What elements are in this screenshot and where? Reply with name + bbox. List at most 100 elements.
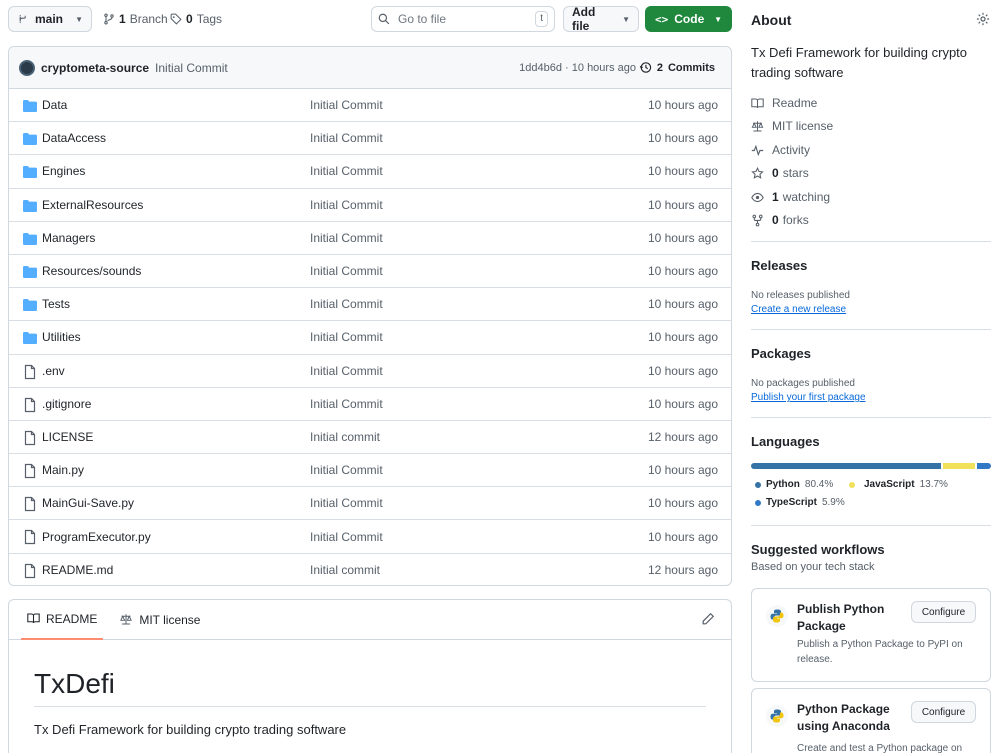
file-name[interactable]: MainGui-Save.py xyxy=(42,496,134,510)
file-commit-message[interactable]: Initial Commit xyxy=(310,463,383,477)
create-release-link[interactable]: Create a new release xyxy=(751,304,846,315)
file-name[interactable]: Utilities xyxy=(42,330,81,344)
file-age: 12 hours ago xyxy=(647,429,718,444)
file-commit-message[interactable]: Initial Commit xyxy=(310,297,383,311)
file-icon xyxy=(22,364,38,380)
file-name[interactable]: Data xyxy=(42,98,67,112)
fork-icon xyxy=(752,214,763,226)
releases-heading[interactable]: Releases xyxy=(751,258,807,273)
file-commit-message[interactable]: Initial commit xyxy=(310,563,380,577)
file-row[interactable]: README.md Initial commit 12 hours ago xyxy=(9,554,731,585)
file-commit-message[interactable]: Initial Commit xyxy=(310,231,383,245)
configure-button[interactable]: Configure xyxy=(911,701,976,723)
file-commit-message[interactable]: Initial Commit xyxy=(310,530,383,544)
file-commit-message[interactable]: Initial commit xyxy=(310,430,380,444)
language-bar-segment[interactable] xyxy=(942,463,976,469)
packages-heading[interactable]: Packages xyxy=(751,346,811,361)
activity-link[interactable]: Activity xyxy=(751,143,810,157)
file-commit-message[interactable]: Initial Commit xyxy=(310,496,383,510)
file-commit-message[interactable]: Initial Commit xyxy=(310,364,383,378)
commits-link[interactable]: 2 Commits xyxy=(639,61,715,74)
languages-heading: Languages xyxy=(751,434,820,449)
gear-icon[interactable] xyxy=(976,12,990,29)
language-bar-segment[interactable] xyxy=(977,463,991,469)
pencil-icon[interactable] xyxy=(701,612,715,629)
file-commit-message[interactable]: Initial Commit xyxy=(310,264,383,278)
file-name[interactable]: DataAccess xyxy=(42,131,106,145)
file-name[interactable]: Engines xyxy=(42,164,85,178)
file-name[interactable]: .gitignore xyxy=(42,397,91,411)
file-name[interactable]: LICENSE xyxy=(42,430,93,444)
file-name[interactable]: .env xyxy=(42,364,65,378)
file-row[interactable]: Utilities Initial Commit 10 hours ago xyxy=(9,321,731,355)
publish-package-link[interactable]: Publish your first package xyxy=(751,392,866,403)
file-row[interactable]: Tests Initial Commit 10 hours ago xyxy=(9,288,731,322)
file-commit-message[interactable]: Initial Commit xyxy=(310,98,383,112)
typescript-dot-icon xyxy=(755,499,761,506)
workflow-card: Publish Python Package Publish a Python … xyxy=(751,588,991,682)
readme-link[interactable]: Readme xyxy=(751,96,817,110)
license-link[interactable]: MIT license xyxy=(751,119,833,133)
language-bar-segment[interactable] xyxy=(751,463,941,469)
file-icon xyxy=(22,430,38,446)
language-bar xyxy=(751,463,991,469)
configure-button[interactable]: Configure xyxy=(911,601,976,623)
add-file-button[interactable]: Add file ▼ xyxy=(563,5,639,33)
file-row[interactable]: Data Initial Commit 10 hours ago xyxy=(9,89,731,123)
watching-count: 1 xyxy=(772,190,779,204)
branch-icon xyxy=(104,13,114,25)
file-commit-message[interactable]: Initial Commit xyxy=(310,198,383,212)
file-row[interactable]: .gitignore Initial Commit 10 hours ago xyxy=(9,388,731,421)
code-button[interactable]: <> Code ▼ xyxy=(645,6,732,32)
file-row[interactable]: Resources/sounds Initial Commit 10 hours a… xyxy=(9,255,731,289)
language-typescript[interactable]: TypeScript 5.9% xyxy=(755,497,845,508)
file-name[interactable]: Main.py xyxy=(42,463,84,477)
tab-readme[interactable]: README xyxy=(21,600,104,640)
file-name[interactable]: Managers xyxy=(42,231,95,245)
commit-hash-age[interactable]: 1dd4b6d · 10 hours ago xyxy=(519,62,636,74)
file-row[interactable]: .env Initial Commit 10 hours ago xyxy=(9,355,731,388)
file-browser: cryptometa-source Initial Commit 1dd4b6d… xyxy=(8,46,732,586)
stars-link[interactable]: 0 stars xyxy=(751,166,809,180)
workflow-description: Publish a Python Package to PyPI on rele… xyxy=(797,639,963,665)
workflows-subheading: Based on your tech stack xyxy=(751,561,875,573)
go-to-file-input[interactable]: Go to file t xyxy=(371,6,555,32)
avatar[interactable] xyxy=(19,59,35,76)
branch-selector[interactable]: main ▼ xyxy=(8,6,92,32)
language-javascript[interactable]: JavaScript 13.7% xyxy=(849,479,948,490)
file-name[interactable]: ExternalResources xyxy=(42,198,143,212)
file-row[interactable]: ProgramExecutor.py Initial Commit 10 hours… xyxy=(9,520,731,554)
file-row[interactable]: Main.py Initial Commit 10 hours ago xyxy=(9,454,731,488)
javascript-dot-icon xyxy=(849,481,855,488)
branches-link[interactable]: 1 Branch xyxy=(103,12,168,26)
forks-link[interactable]: 0 forks xyxy=(751,213,809,227)
file-row[interactable]: Engines Initial Commit 10 hours ago xyxy=(9,155,731,189)
file-row[interactable]: LICENSE Initial commit 12 hours ago xyxy=(9,421,731,455)
file-commit-message[interactable]: Initial Commit xyxy=(310,164,383,178)
folder-icon xyxy=(22,164,38,180)
file-row[interactable]: ExternalResources Initial Commit 10 hours … xyxy=(9,189,731,222)
tags-link[interactable]: 0 Tags xyxy=(170,12,222,26)
file-row[interactable]: DataAccess Initial Commit 10 hours ago xyxy=(9,122,731,156)
commit-message[interactable]: Initial Commit xyxy=(155,61,228,75)
file-name[interactable]: ProgramExecutor.py xyxy=(42,530,151,544)
file-name[interactable]: Resources/sounds xyxy=(42,264,141,278)
forks-count: 0 xyxy=(772,213,779,227)
language-python[interactable]: Python 80.4% xyxy=(755,479,833,490)
eye-icon xyxy=(751,192,764,202)
watchers-link[interactable]: 1 watching xyxy=(751,190,830,204)
language-name: Python xyxy=(766,479,800,490)
file-name[interactable]: Tests xyxy=(42,297,70,311)
file-row[interactable]: Managers Initial Commit 10 hours ago xyxy=(9,222,731,255)
add-file-label: Add file xyxy=(572,5,596,33)
folder-icon xyxy=(22,98,38,114)
file-name[interactable]: README.md xyxy=(42,563,113,577)
no-releases-text: No releases published xyxy=(751,290,850,301)
file-commit-message[interactable]: Initial Commit xyxy=(310,131,383,145)
file-row[interactable]: MainGui-Save.py Initial Commit 10 hours ag… xyxy=(9,487,731,521)
commit-author[interactable]: cryptometa-source xyxy=(41,61,149,75)
file-commit-message[interactable]: Initial Commit xyxy=(310,330,383,344)
tab-license[interactable]: MIT license xyxy=(113,600,206,640)
file-commit-message[interactable]: Initial Commit xyxy=(310,397,383,411)
readme-panel: README MIT license TxDefi Tx Defi Framew… xyxy=(8,599,732,753)
